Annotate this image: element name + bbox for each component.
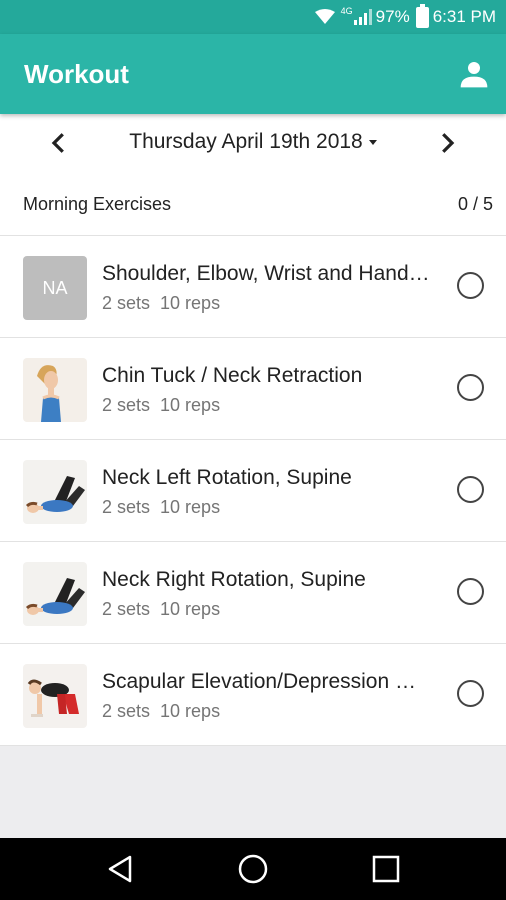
exercise-name: Neck Left Rotation, Supine (102, 466, 352, 489)
exercise-name: Chin Tuck / Neck Retraction (102, 364, 363, 387)
battery-percent: 97% (375, 7, 410, 26)
exercise-sets: 2 sets (102, 497, 151, 517)
exercise-reps: 10 reps (160, 497, 221, 517)
thumbnail-text: NA (42, 277, 68, 298)
recents-square-icon (372, 855, 400, 883)
profile-button[interactable] (458, 58, 490, 90)
exercise-item[interactable]: Chin Tuck / Neck Retraction 2 sets 10 rep… (0, 338, 506, 440)
exercise-name: Shoulder, Elbow, Wrist and Hand… (102, 262, 430, 285)
exercise-name: Scapular Elevation/Depression … (102, 670, 416, 693)
app-title: Workout (24, 59, 129, 89)
exercise-sets: 2 sets (102, 599, 151, 619)
exercise-thumbnail (23, 562, 87, 626)
home-circle-icon (238, 854, 268, 884)
exercise-reps: 10 reps (160, 395, 221, 415)
caret-down-icon (368, 139, 377, 145)
person-icon (460, 62, 488, 88)
next-day-button[interactable] (432, 128, 462, 158)
complete-checkbox[interactable] (457, 374, 484, 401)
chevron-right-icon (442, 133, 455, 153)
exercise-reps: 10 reps (160, 293, 221, 313)
date-picker[interactable]: Thursday April 19th 2018 (0, 130, 506, 154)
back-triangle-icon (108, 855, 132, 883)
exercise-list: NA Shoulder, Elbow, Wrist and Hand… 2 se… (0, 236, 506, 746)
network-indicator: 4G (340, 6, 372, 25)
exercise-sets: 2 sets (102, 701, 151, 721)
complete-checkbox[interactable] (457, 680, 484, 707)
exercise-meta: 2 sets 10 reps (102, 497, 220, 518)
exercise-meta: 2 sets 10 reps (102, 701, 220, 722)
battery-icon (415, 3, 429, 28)
app-bar: Workout (0, 34, 506, 114)
home-button[interactable] (237, 853, 269, 885)
date-navigation: Thursday April 19th 2018 (0, 114, 506, 172)
content-area: Thursday April 19th 2018 Morning Exercis… (0, 114, 506, 746)
woman-lying-supine-photo (23, 460, 87, 524)
exercise-sets: 2 sets (102, 395, 151, 415)
exercise-sets: 2 sets (102, 293, 151, 313)
complete-checkbox[interactable] (457, 272, 484, 299)
exercise-meta: 2 sets 10 reps (102, 599, 220, 620)
date-label: Thursday April 19th 2018 (129, 130, 363, 153)
exercise-item[interactable]: NA Shoulder, Elbow, Wrist and Hand… 2 se… (0, 236, 506, 338)
clock: 6:31 PM (432, 7, 496, 26)
progress-count: 0 / 5 (457, 194, 493, 214)
exercise-item[interactable]: Scapular Elevation/Depression … 2 sets 10… (0, 644, 506, 746)
woman-lying-supine-photo (23, 562, 87, 626)
section-header: Morning Exercises 0 / 5 (0, 172, 506, 236)
back-button[interactable] (104, 853, 136, 885)
exercise-reps: 10 reps (160, 701, 221, 721)
exercise-name: Neck Right Rotation, Supine (102, 568, 366, 591)
exercise-thumbnail (23, 664, 87, 728)
exercise-thumbnail (23, 460, 87, 524)
signal-icon (353, 9, 372, 25)
exercise-thumbnail-placeholder: NA (23, 256, 87, 320)
woman-quadruped-photo (23, 664, 87, 728)
exercise-thumbnail (23, 358, 87, 422)
complete-checkbox[interactable] (457, 578, 484, 605)
exercise-reps: 10 reps (160, 599, 221, 619)
network-type: 4G (340, 6, 353, 16)
exercise-item[interactable]: Neck Right Rotation, Supine 2 sets 10 rep… (0, 542, 506, 644)
exercise-meta: 2 sets 10 reps (102, 293, 220, 314)
recents-button[interactable] (370, 853, 402, 885)
system-nav-bar (0, 838, 506, 900)
complete-checkbox[interactable] (457, 476, 484, 503)
status-bar: 4G 97% 6:31 PM (0, 0, 506, 34)
woman-profile-photo (23, 358, 87, 422)
section-title: Morning Exercises (23, 194, 172, 214)
exercise-item[interactable]: Neck Left Rotation, Supine 2 sets 10 reps (0, 440, 506, 542)
exercise-meta: 2 sets 10 reps (102, 395, 220, 416)
wifi-icon (314, 9, 335, 25)
